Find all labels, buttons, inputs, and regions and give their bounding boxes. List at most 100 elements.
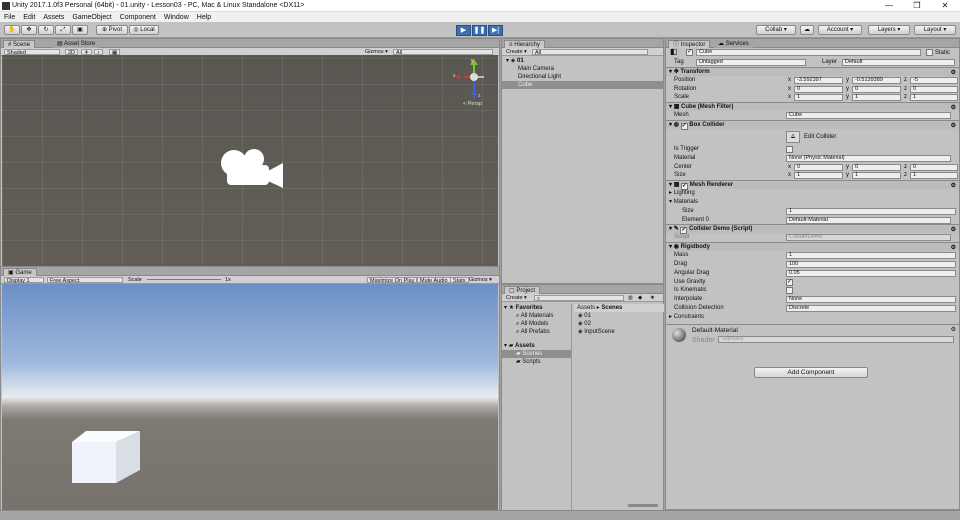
folder-scenes[interactable]: ▰ Scenes (502, 350, 571, 358)
static-checkbox[interactable] (926, 49, 933, 56)
account-dropdown[interactable]: Account ▾ (818, 25, 862, 35)
layers-dropdown[interactable]: Layers ▾ (868, 25, 910, 35)
filter-type-icon[interactable]: ◍ (628, 295, 633, 301)
menu-help[interactable]: Help (197, 14, 211, 21)
scale-tool-icon[interactable]: ⤢ (55, 25, 71, 35)
move-tool-icon[interactable]: ✥ (21, 25, 37, 35)
size-z-input[interactable]: 1 (910, 172, 958, 180)
favorite-all-models[interactable]: ⌕ All Models (502, 320, 571, 328)
icon-size-slider[interactable] (628, 504, 658, 507)
tag-dropdown[interactable]: Untagged (696, 59, 806, 66)
play-button[interactable]: ▶ (456, 25, 471, 36)
collab-dropdown[interactable]: Collab ▾ (756, 25, 796, 35)
position-z-input[interactable]: -5 (910, 76, 958, 84)
rotation-z-input[interactable]: 0 (910, 85, 958, 93)
drag-input[interactable]: 100 (786, 260, 956, 268)
layout-dropdown[interactable]: Layout ▾ (914, 25, 956, 35)
gear-icon[interactable]: ⚙ (951, 326, 956, 333)
materials-foldout[interactable]: ▾ Materials (666, 198, 959, 207)
scale-z-input[interactable]: 1 (910, 94, 958, 102)
constraints-foldout[interactable]: ▸ Constraints (666, 313, 959, 322)
position-x-input[interactable]: -3.592397 (794, 76, 843, 84)
project-search-input[interactable]: ⌕ (534, 295, 624, 302)
favorite-all-prefabs[interactable]: ⌕ All Prefabs (502, 328, 571, 336)
favorite-all-materials[interactable]: ⌕ All Materials (502, 312, 571, 320)
transform-header[interactable]: ▾ ✥ Transform ⚙ (666, 66, 959, 76)
hierarchy-search-input[interactable]: All (532, 49, 648, 56)
project-create-dropdown[interactable]: Create ▾ (506, 295, 527, 301)
step-button[interactable]: ▶| (488, 25, 503, 36)
shader-dropdown[interactable]: Standard (718, 335, 954, 343)
menu-edit[interactable]: Edit (23, 14, 35, 21)
center-x-input[interactable]: 0 (794, 163, 843, 171)
stats-toggle[interactable]: Stats (450, 277, 469, 284)
file-item[interactable]: ◈ 02 (574, 320, 664, 328)
rect-tool-icon[interactable]: ▣ (72, 25, 88, 35)
scene-root-item[interactable]: ▾ ◈ 01 (502, 57, 663, 65)
mass-input[interactable]: 1 (786, 252, 956, 260)
display-dropdown[interactable]: Display 1 (4, 277, 44, 284)
center-z-input[interactable]: 0 (910, 163, 958, 171)
game-gizmos-dropdown[interactable]: Gizmos ▾ (469, 277, 492, 283)
persp-label[interactable]: < Persp (463, 101, 482, 107)
collider-demo-header[interactable]: ▾ ✎ ✓ Collider Demo (Script) ⚙ (666, 224, 959, 235)
scale-slider[interactable] (147, 279, 221, 280)
tab-asset-store[interactable]: ▤ Asset Store (53, 40, 100, 48)
box-collider-header[interactable]: ▾ ◍ ✓ Box Collider ⚙ (666, 119, 959, 130)
menu-gameobject[interactable]: GameObject (72, 14, 111, 21)
object-name-input[interactable]: Cube (696, 49, 921, 56)
favorite-star-icon[interactable]: ★ (650, 295, 655, 301)
collision-detection-dropdown[interactable]: Discrete (786, 304, 956, 312)
scene-viewport[interactable]: y x z < Persp (2, 55, 498, 267)
interpolate-dropdown[interactable]: None (786, 296, 956, 304)
use-gravity-checkbox[interactable]: ✓ (786, 278, 793, 286)
hierarchy-item-cube[interactable]: Cube (502, 81, 663, 89)
hierarchy-item-directional-light[interactable]: Directional Light (502, 73, 663, 81)
file-item[interactable]: ◈ 01 (574, 312, 664, 320)
menu-component[interactable]: Component (120, 14, 156, 21)
maximize-button[interactable]: ❐ (906, 0, 928, 12)
hierarchy-item-main-camera[interactable]: Main Camera (502, 65, 663, 73)
breadcrumb-scenes[interactable]: Scenes (601, 305, 622, 311)
mesh-renderer-header[interactable]: ▾ ▦ ✓ Mesh Renderer ⚙ (666, 180, 959, 191)
layer-dropdown[interactable]: Default (842, 59, 955, 66)
folder-scripts[interactable]: ▰ Scripts (502, 358, 571, 366)
size-x-input[interactable]: 1 (794, 172, 843, 180)
rotation-x-input[interactable]: 0 (794, 85, 843, 93)
tab-services[interactable]: ☁ Services (714, 40, 753, 48)
tab-hierarchy[interactable]: ≡ Hierarchy (504, 40, 545, 48)
assets-header[interactable]: ▾ ▰ Assets (502, 342, 571, 350)
add-component-button[interactable]: Add Component (754, 367, 868, 378)
pause-button[interactable]: ❚❚ (472, 25, 487, 36)
center-y-input[interactable]: 0 (852, 163, 901, 171)
camera-gizmo-icon[interactable] (221, 149, 283, 188)
mesh-filter-header[interactable]: ▾ ▦ Cube (Mesh Filter) ⚙ (666, 102, 959, 112)
hand-tool-icon[interactable]: ✋ (4, 25, 20, 35)
menu-file[interactable]: File (4, 14, 15, 21)
materials-size-input[interactable]: 1 (786, 207, 956, 215)
menu-window[interactable]: Window (164, 14, 189, 21)
position-y-input[interactable]: -0.5139389 (852, 76, 901, 84)
maximize-on-play-toggle[interactable]: Maximize On Play (367, 277, 418, 284)
close-button[interactable]: ✕ (934, 0, 956, 12)
is-trigger-checkbox[interactable] (786, 145, 793, 153)
favorites-header[interactable]: ▾ ★ Favorites (502, 304, 571, 312)
tab-scene[interactable]: # Scene (3, 40, 36, 48)
element0-field[interactable]: Default-Material (786, 216, 951, 224)
cloud-icon[interactable]: ☁ (800, 25, 814, 35)
breadcrumb-assets[interactable]: Assets (577, 305, 595, 311)
lighting-foldout[interactable]: ▸ Lighting (666, 189, 959, 198)
mute-audio-toggle[interactable]: Mute Audio (417, 277, 451, 284)
hierarchy-create-dropdown[interactable]: Create ▾ (506, 49, 527, 55)
local-toggle[interactable]: ◎ Local (129, 25, 159, 35)
mesh-field[interactable]: Cube (786, 112, 951, 120)
active-checkbox[interactable]: ✓ (686, 49, 693, 56)
pivot-toggle[interactable]: ⊕ Pivot (96, 25, 128, 35)
game-viewport[interactable] (2, 284, 498, 510)
minimize-button[interactable]: — (878, 0, 900, 12)
angular-drag-input[interactable]: 0.05 (786, 269, 956, 277)
rotate-tool-icon[interactable]: ↻ (38, 25, 54, 35)
collider-material-field[interactable]: None (Physic Material) (786, 154, 951, 162)
rotation-y-input[interactable]: 0 (852, 85, 901, 93)
menu-assets[interactable]: Assets (43, 14, 64, 21)
